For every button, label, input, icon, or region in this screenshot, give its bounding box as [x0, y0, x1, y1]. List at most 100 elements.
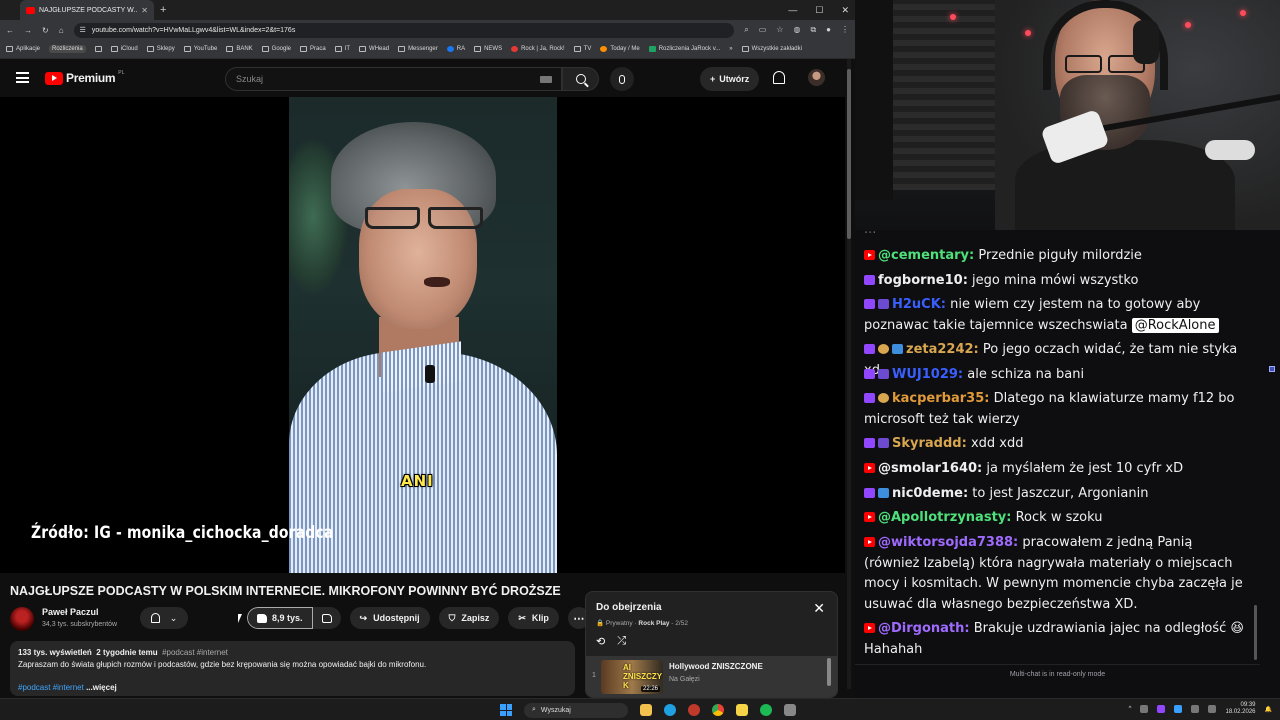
bookmark-item[interactable] [94, 46, 102, 52]
back-icon[interactable]: ← [6, 26, 14, 35]
minimize-button[interactable]: — [788, 5, 797, 15]
subscriber-badge-icon [878, 393, 889, 403]
volume-icon[interactable] [1208, 705, 1217, 713]
home-icon[interactable]: ⌂ [59, 26, 64, 35]
bookmark-item[interactable]: YouTube [183, 46, 217, 52]
create-button[interactable]: + Utwórz [700, 67, 760, 91]
close-window-button[interactable]: ✕ [841, 5, 849, 16]
close-playlist-icon[interactable]: ✕ [813, 600, 825, 617]
share-icon: ↪ [359, 612, 368, 623]
scrollbar-thumb[interactable] [847, 69, 851, 239]
playlist-item[interactable]: 1 AI ZNISZCZY K 22:26 Hollywood ZNISZCZO… [586, 656, 837, 697]
tray-chevron-icon[interactable]: ^ [1129, 706, 1132, 712]
indicator-icon[interactable] [1269, 366, 1275, 372]
streamer-body [1015, 140, 1235, 230]
playlist-scrollbar[interactable] [827, 658, 831, 686]
app-icon[interactable] [784, 704, 796, 716]
profile-icon[interactable]: ● [826, 25, 831, 35]
bookmark-item[interactable]: Google [261, 46, 291, 52]
bookmark-item[interactable]: Rozliczenia [49, 45, 86, 53]
extension-icon[interactable]: ◍ [793, 25, 800, 35]
site-info-icon[interactable]: ☰ [80, 26, 86, 34]
reload-icon[interactable]: ↻ [42, 26, 49, 35]
windows-start-icon[interactable] [500, 704, 512, 716]
search-input[interactable]: Szukaj [225, 67, 562, 91]
notification-bell-icon[interactable]: 🔔 [1265, 706, 1272, 713]
menu-icon[interactable] [16, 72, 29, 83]
clip-button[interactable]: ✂ Klip [508, 607, 559, 629]
mouse-cursor-icon [238, 614, 242, 623]
voice-search-button[interactable] [610, 67, 634, 91]
bell-icon [150, 613, 160, 623]
bookmark-item[interactable]: TV [573, 46, 591, 52]
bookmark-item[interactable]: iCloud [110, 46, 138, 52]
chat-scrollbar[interactable] [1254, 605, 1257, 660]
loop-icon[interactable]: ⟲ [596, 635, 605, 648]
dislike-button[interactable] [313, 607, 341, 629]
youtube-logo[interactable]: Premium PL [45, 70, 124, 85]
twitch-badge-icon [864, 438, 875, 448]
account-avatar[interactable] [808, 69, 825, 86]
bookmark-item[interactable]: Rozliczenia JaRock v... [648, 46, 720, 52]
show-more-link[interactable]: ...więcej [86, 683, 117, 692]
bookmark-item[interactable]: WHead [359, 46, 389, 52]
file-explorer-icon[interactable] [640, 704, 652, 716]
tab-close-icon[interactable]: ✕ [141, 6, 148, 15]
save-button[interactable]: ⛉ Zapisz [438, 607, 500, 629]
forward-icon[interactable]: → [24, 26, 32, 35]
bookmark-item[interactable]: Sklepy [146, 46, 175, 52]
subscriber-badge-icon [878, 344, 889, 354]
edge-icon[interactable] [664, 704, 676, 716]
spotify-icon[interactable] [760, 704, 772, 716]
extensions-puzzle-icon[interactable]: ⧉ [810, 25, 816, 35]
opera-icon[interactable] [688, 704, 700, 716]
channel-avatar[interactable] [10, 607, 34, 631]
like-button[interactable]: 8,9 tys. [247, 607, 313, 629]
browser-tab[interactable]: NAJGŁUPSZE PODCASTY W... ✕ [20, 0, 154, 20]
subscription-button[interactable]: ⌄ [140, 607, 188, 629]
share-button[interactable]: ↪ Udostępnij [349, 607, 430, 629]
page-scrollbar[interactable] [847, 59, 851, 689]
system-tray: ^ 09:39 18.02.2026 🔔 [1129, 702, 1272, 716]
bookmark-item[interactable]: Messenger [398, 46, 438, 52]
channel-name[interactable]: Paweł Paczul [42, 607, 99, 617]
bookmark-item[interactable]: Praca [300, 46, 326, 52]
chrome-icon[interactable] [712, 704, 724, 716]
notes-icon[interactable] [736, 704, 748, 716]
taskbar-search[interactable]: ⌕ Wyszukaj [524, 702, 628, 718]
install-icon[interactable]: ▭ [759, 25, 767, 35]
folder-icon [474, 46, 482, 52]
tray-app-icon[interactable] [1174, 705, 1183, 713]
wifi-icon[interactable] [1191, 705, 1200, 713]
search-button[interactable] [562, 67, 599, 91]
maximize-button[interactable]: ☐ [815, 5, 823, 16]
description-hashtags[interactable]: #podcast #internet [18, 683, 84, 692]
all-bookmarks[interactable]: Wszystkie zakładki [741, 46, 802, 52]
video-player[interactable]: ANI Źródło: IG - monika_cichocka_doradca [0, 97, 845, 573]
bookmarks-overflow[interactable]: » [729, 46, 732, 52]
bookmark-item[interactable]: BANK [226, 46, 253, 52]
url-field[interactable]: ☰ youtube.com/watch?v=HVwMaLLgwv4&list=W… [73, 22, 735, 38]
bookmark-item[interactable]: Today / Me [600, 46, 640, 52]
playlist-title[interactable]: Do obejrzenia [596, 602, 662, 613]
browser-menu-icon[interactable]: ⋮ [841, 25, 849, 35]
tray-twitch-icon[interactable] [1157, 705, 1166, 713]
bookmark-item[interactable]: IT [334, 46, 350, 52]
notifications-bell-icon[interactable] [773, 71, 785, 84]
youtube-favicon-icon [26, 6, 35, 14]
clock[interactable]: 09:39 18.02.2026 [1225, 702, 1255, 716]
bookmark-item[interactable]: NEWS [474, 46, 502, 52]
zoom-icon[interactable]: ⌕ [744, 25, 748, 35]
shuffle-icon[interactable]: ⤮ [617, 635, 626, 648]
gift-badge-icon [878, 488, 889, 498]
keyboard-icon[interactable] [540, 76, 552, 83]
bookmark-item[interactable]: RA [446, 46, 465, 52]
video-description[interactable]: 133 tys. wyświetleń 2 tygodnie temu #pod… [10, 641, 575, 696]
bookmark-item[interactable]: Aplikacje [6, 46, 40, 52]
new-tab-button[interactable]: + [160, 4, 166, 16]
taskbar: ⌕ Wyszukaj ^ 09:39 18.02.2026 🔔 [0, 698, 1280, 720]
tray-app-icon[interactable] [1140, 705, 1149, 713]
bookmark-star-icon[interactable]: ☆ [776, 25, 783, 35]
twitch-badge-icon [864, 393, 875, 403]
bookmark-item[interactable]: Rock | Ja, Rock! [511, 46, 565, 52]
